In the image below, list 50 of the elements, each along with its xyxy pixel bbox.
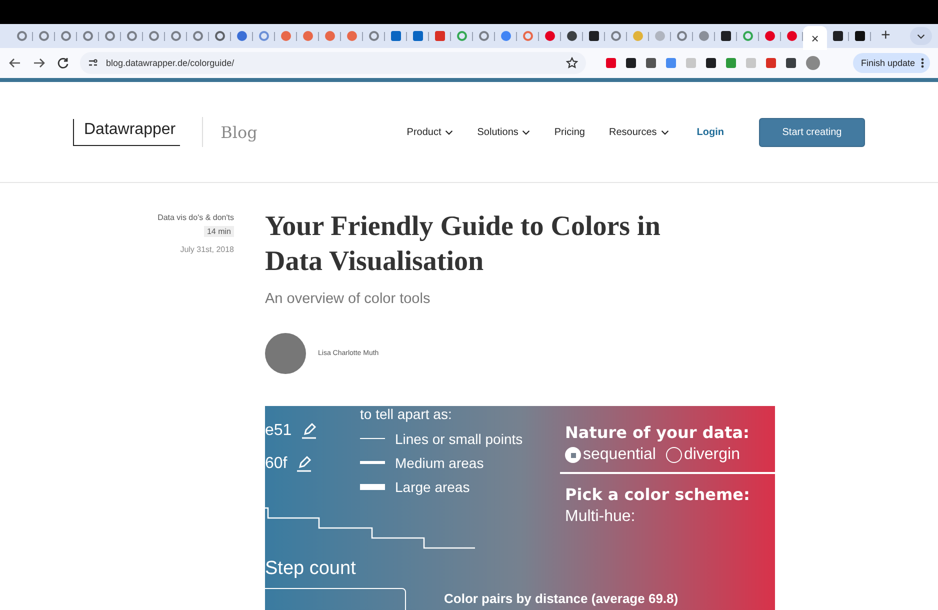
nav-item[interactable]: Resources [608, 126, 669, 138]
nav-item[interactable]: Solutions [477, 126, 530, 138]
browser-tab[interactable]: × [803, 26, 827, 50]
url-text: blog.datawrapper.de/colorguide/ [106, 58, 236, 68]
profile-icon[interactable] [806, 56, 820, 70]
chevron-down-icon [917, 34, 925, 38]
login-link[interactable]: Login [696, 126, 724, 138]
pencil-icon[interactable] [300, 422, 318, 440]
section-heading: Pick a color scheme: [565, 484, 751, 504]
category-link[interactable]: Data vis do's & don'ts [158, 213, 234, 222]
start-creating-button[interactable]: Start creating [759, 118, 865, 146]
radio-option[interactable]: divergin [666, 446, 740, 464]
finish-update-button[interactable]: Finish update [852, 53, 930, 73]
hex-value: e51 [265, 422, 292, 440]
scheme-type-label: Multi-hue: [565, 508, 636, 526]
more-icon [921, 58, 924, 68]
radio-option[interactable]: sequential [565, 446, 656, 464]
article-title: Your Friendly Guide to Colors in Data Visualisation [265, 210, 662, 279]
pencil-icon[interactable] [295, 455, 314, 473]
legend-label: Medium areas [395, 454, 484, 470]
extension-icon[interactable] [626, 58, 636, 68]
tab-search-button[interactable] [910, 27, 932, 45]
logo[interactable]: Datawrapper [73, 118, 180, 146]
forward-icon[interactable] [32, 56, 46, 70]
pairs-heading: Color pairs by distance (average 69.8) [444, 590, 678, 608]
line-weight-icon [360, 438, 385, 440]
site-settings-icon[interactable] [88, 58, 98, 68]
new-tab-button[interactable]: + [877, 27, 894, 45]
legend-label: Lines or small points [395, 430, 523, 446]
extension-icon[interactable] [706, 58, 716, 68]
article-subtitle: An overview of color tools [265, 291, 432, 307]
reload-icon[interactable] [56, 56, 70, 70]
line-weight-icon [360, 484, 385, 490]
avatar-placeholder [265, 333, 306, 374]
nav-item[interactable]: Pricing [554, 126, 585, 138]
extension-icon[interactable] [646, 58, 656, 68]
legend-label: Large areas [395, 478, 470, 494]
step-count-label: Step count [265, 558, 357, 581]
back-icon[interactable] [8, 56, 22, 70]
intro-text: to tell apart as: [360, 406, 453, 422]
publish-date: July 31st, 2018 [180, 245, 234, 254]
extension-icon[interactable] [786, 58, 796, 68]
nav-item[interactable]: Product [406, 126, 454, 138]
section-heading: Nature of your data: [565, 423, 750, 442]
bookmark-star-icon[interactable] [566, 57, 578, 69]
reading-time-badge: 14 min [204, 226, 234, 237]
hex-value: 60f [265, 455, 288, 473]
line-weight-icon [360, 461, 385, 464]
blog-label: Blog [220, 122, 258, 142]
address-bar[interactable]: blog.datawrapper.de/colorguide/ [80, 52, 586, 74]
